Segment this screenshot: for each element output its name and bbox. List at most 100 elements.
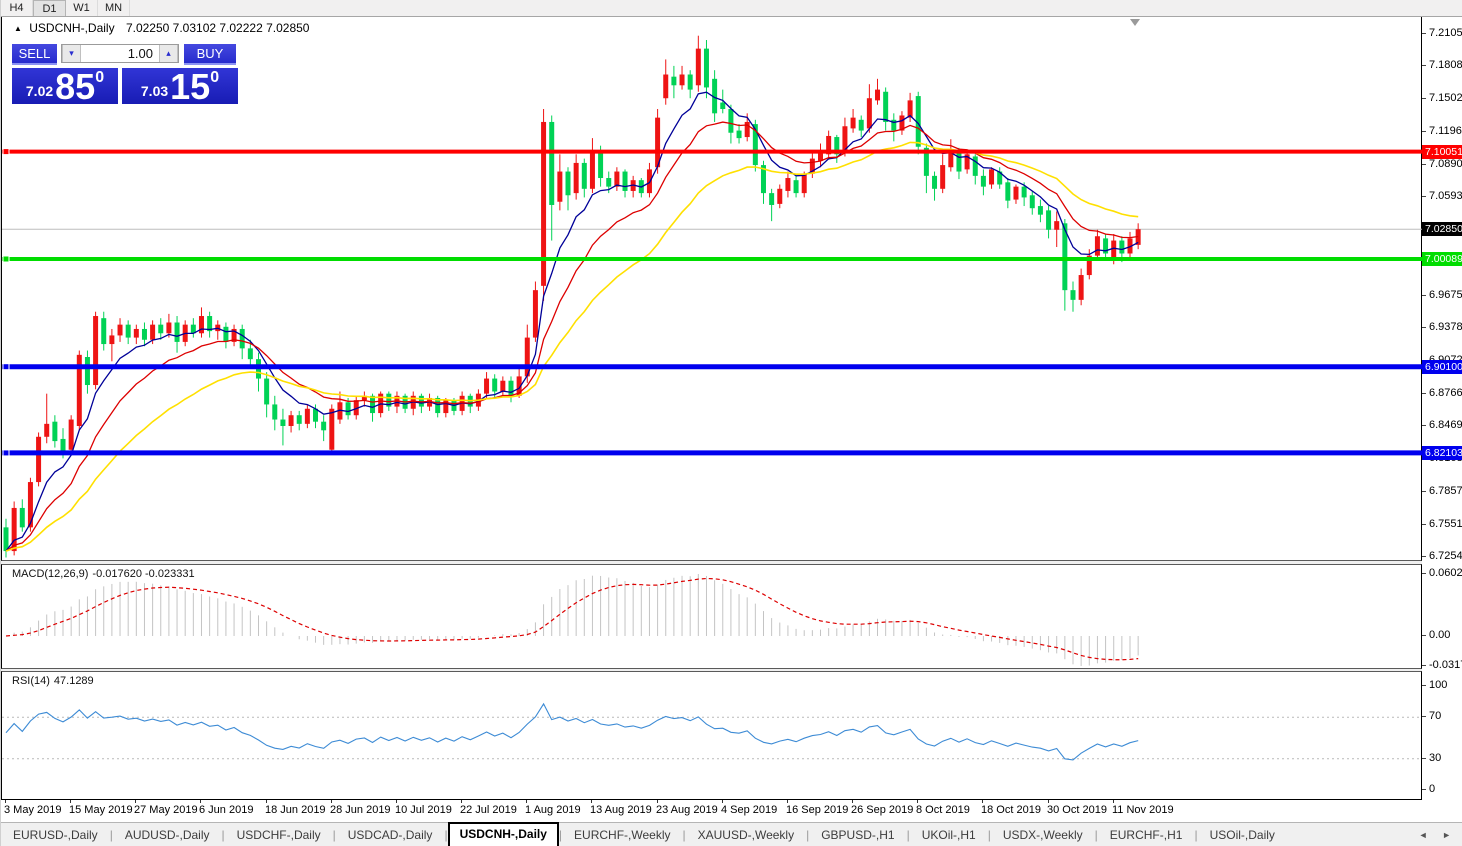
chart-tab-usdcad-daily[interactable]: USDCAD-,Daily bbox=[336, 824, 445, 846]
date-tick bbox=[461, 800, 462, 803]
date-label: 18 Jun 2019 bbox=[265, 804, 326, 816]
rsi-panel[interactable]: RSI(14)47.1289 bbox=[1, 671, 1422, 800]
rsi-tick-tick bbox=[1422, 789, 1426, 790]
chart-tab-audusd-daily[interactable]: AUDUSD-,Daily bbox=[113, 824, 222, 846]
line-price-label: 6.82103 bbox=[1422, 446, 1462, 460]
timeframe-toolbar: H4D1W1MN bbox=[1, 0, 1462, 17]
date-label: 28 Jun 2019 bbox=[330, 804, 391, 816]
date-tick bbox=[331, 800, 332, 803]
chart-tabs-bar: EURUSD-,Daily|AUDUSD-,Daily|USDCHF-,Dail… bbox=[1, 822, 1462, 846]
date-tick bbox=[526, 800, 527, 803]
price-tick-tick bbox=[1422, 98, 1426, 99]
date-tick bbox=[787, 800, 788, 803]
chart-tab-usdcnh-daily[interactable]: USDCNH-,Daily bbox=[448, 822, 559, 846]
price-tick-tick bbox=[1422, 524, 1426, 525]
date-tick bbox=[657, 800, 658, 803]
rsi-tick-tick bbox=[1422, 685, 1426, 686]
date-tick bbox=[852, 800, 853, 803]
line-price-label: 7.00089 bbox=[1422, 252, 1462, 266]
macd-tick-tick bbox=[1422, 573, 1426, 574]
collapse-icon[interactable]: ▲ bbox=[14, 24, 22, 33]
sell-price-pip: 0 bbox=[95, 69, 104, 87]
timeframe-button-w1[interactable]: W1 bbox=[66, 0, 98, 16]
price-tick-tick bbox=[1422, 65, 1426, 66]
rsi-tick: 100 bbox=[1429, 679, 1447, 691]
date-tick bbox=[5, 800, 6, 803]
date-label: 6 Jun 2019 bbox=[199, 804, 253, 816]
price-tick: 6.75510 bbox=[1429, 518, 1462, 530]
date-tick bbox=[722, 800, 723, 803]
chart-tab-usdchf-daily[interactable]: USDCHF-,Daily bbox=[225, 824, 333, 846]
macd-tick-tick bbox=[1422, 635, 1426, 636]
one-click-trading-panel: SELL ▾ ▴ BUY 7.02 85 0 7.03 15 0 bbox=[12, 44, 240, 104]
price-tick: 6.87660 bbox=[1429, 387, 1462, 399]
price-panel[interactable]: ▲ USDCNH-,Daily 7.02250 7.03102 7.02222 … bbox=[1, 17, 1422, 561]
sell-price-quote[interactable]: 7.02 85 0 bbox=[12, 68, 118, 104]
timeframe-button-d1[interactable]: D1 bbox=[33, 0, 66, 16]
price-tick-tick bbox=[1422, 131, 1426, 132]
rsi-tick: 0 bbox=[1429, 783, 1435, 795]
chart-tab-xauusd-weekly[interactable]: XAUUSD-,Weekly bbox=[686, 824, 806, 846]
chart-tab-usoil-daily[interactable]: USOil-,Daily bbox=[1198, 824, 1287, 846]
buy-price-quote[interactable]: 7.03 15 0 bbox=[122, 68, 238, 104]
symbol-label: USDCNH-,Daily bbox=[29, 21, 114, 35]
price-tick: 7.18080 bbox=[1429, 59, 1462, 71]
sell-button[interactable]: SELL bbox=[12, 44, 57, 65]
date-tick bbox=[982, 800, 983, 803]
chart-tab-ukoil-h1[interactable]: UKOil-,H1 bbox=[910, 824, 988, 846]
rsi-tick-tick bbox=[1422, 758, 1426, 759]
chart-tab-usdx-weekly[interactable]: USDX-,Weekly bbox=[991, 824, 1095, 846]
rsi-tick: 30 bbox=[1429, 752, 1441, 764]
chart-tab-gbpusd-h1[interactable]: GBPUSD-,H1 bbox=[809, 824, 906, 846]
rsi-label: RSI(14)47.1289 bbox=[12, 675, 98, 687]
timeframe-button-mn[interactable]: MN bbox=[98, 0, 130, 16]
price-tick: 7.05930 bbox=[1429, 190, 1462, 202]
price-tick: 7.15020 bbox=[1429, 92, 1462, 104]
price-tick-tick bbox=[1422, 491, 1426, 492]
macd-tick-tick bbox=[1422, 665, 1426, 666]
date-tick bbox=[1113, 800, 1114, 803]
date-label: 11 Nov 2019 bbox=[1112, 804, 1174, 816]
volume-input[interactable] bbox=[81, 45, 159, 62]
macd-tick: 0.00 bbox=[1429, 629, 1450, 641]
price-tick: 6.96750 bbox=[1429, 289, 1462, 301]
macd-label: MACD(12,26,9)-0.017620 -0.023331 bbox=[12, 568, 199, 580]
price-tick-tick bbox=[1422, 33, 1426, 34]
date-label: 26 Sep 2019 bbox=[851, 804, 913, 816]
date-label: 16 Sep 2019 bbox=[786, 804, 848, 816]
volume-decrease-button[interactable]: ▾ bbox=[62, 45, 81, 62]
mt4-window: H4D1W1MN ▲ USDCNH-,Daily 7.02250 7.03102… bbox=[0, 0, 1462, 846]
date-label: 1 Aug 2019 bbox=[525, 804, 581, 816]
date-label: 22 Jul 2019 bbox=[460, 804, 517, 816]
macd-tick: 0.060273 bbox=[1429, 567, 1462, 579]
price-tick-tick bbox=[1422, 327, 1426, 328]
date-label: 18 Oct 2019 bbox=[981, 804, 1041, 816]
price-tick-tick bbox=[1422, 556, 1426, 557]
price-tick: 6.78570 bbox=[1429, 485, 1462, 497]
price-tick-tick bbox=[1422, 425, 1426, 426]
price-tick: 7.11960 bbox=[1429, 125, 1462, 137]
chart-tab-eurusd-daily[interactable]: EURUSD-,Daily bbox=[1, 824, 110, 846]
date-tick bbox=[917, 800, 918, 803]
rsi-tick-tick bbox=[1422, 716, 1426, 717]
chart-tab-eurchf-weekly[interactable]: EURCHF-,Weekly bbox=[562, 824, 682, 846]
buy-button[interactable]: BUY bbox=[184, 44, 236, 65]
rsi-canvas bbox=[2, 672, 1422, 799]
buy-price-prefix: 7.03 bbox=[141, 83, 168, 99]
price-tick: 6.93780 bbox=[1429, 321, 1462, 333]
date-label: 27 May 2019 bbox=[134, 804, 198, 816]
date-tick bbox=[70, 800, 71, 803]
price-tick-tick bbox=[1422, 164, 1426, 165]
time-axis[interactable]: 3 May 201915 May 201927 May 20196 Jun 20… bbox=[1, 800, 1422, 822]
volume-increase-button[interactable]: ▴ bbox=[159, 45, 178, 62]
date-tick bbox=[135, 800, 136, 803]
date-tick bbox=[1048, 800, 1049, 803]
price-axis[interactable]: 7.210507.180807.150207.119607.089007.059… bbox=[1422, 0, 1462, 846]
chart-tab-eurchf-h1[interactable]: EURCHF-,H1 bbox=[1098, 824, 1195, 846]
tab-scroll-arrows[interactable]: ◄ ► bbox=[1419, 830, 1457, 840]
macd-panel[interactable]: MACD(12,26,9)-0.017620 -0.023331 bbox=[1, 564, 1422, 669]
current-price-label: 7.02850 bbox=[1422, 222, 1462, 236]
price-tick: 6.72540 bbox=[1429, 550, 1462, 562]
macd-tick: -0.031725 bbox=[1429, 659, 1462, 671]
timeframe-button-h4[interactable]: H4 bbox=[1, 0, 33, 16]
